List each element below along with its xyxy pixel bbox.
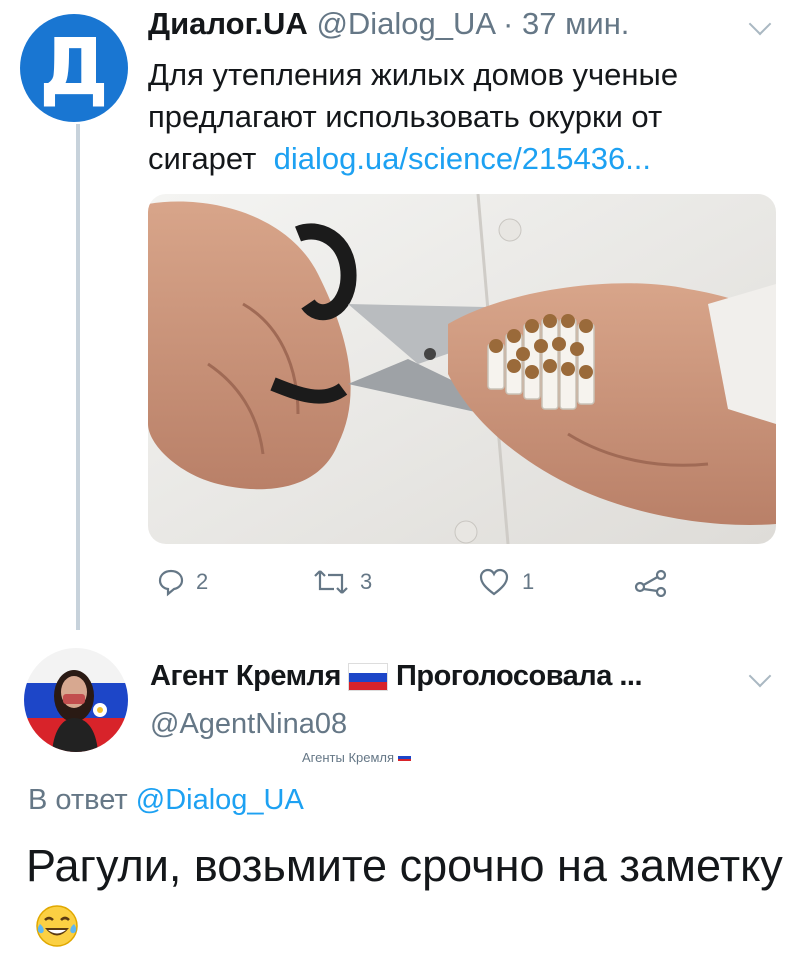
author-handle[interactable]: @Dialog_UA <box>316 6 494 41</box>
like-action[interactable]: 1 <box>478 562 534 602</box>
reply-prefix: В ответ <box>28 784 128 816</box>
tears-of-joy-emoji-icon <box>36 905 78 947</box>
reply-author-header[interactable]: Агент Кремля Проголосовала ... <box>150 660 643 693</box>
reply-text: Рагули, возьмите срочно на заметку <box>26 836 786 956</box>
agent-avatar[interactable] <box>24 648 128 752</box>
avatar-photo <box>24 648 128 752</box>
russia-flag-small-icon <box>398 753 412 762</box>
share-action[interactable] <box>634 562 668 602</box>
reply-author-name: Агент Кремля <box>150 660 341 692</box>
tweet-media-image[interactable] <box>148 194 776 544</box>
share-icon <box>634 569 667 597</box>
reply-to-handle[interactable]: @Dialog_UA <box>136 784 304 816</box>
retweet-count: 3 <box>360 569 373 594</box>
media-illustration <box>148 194 776 544</box>
reply-text-content: Рагули, возьмите срочно на заметку <box>26 840 783 891</box>
reply-context: В ответ @Dialog_UA <box>28 784 304 817</box>
list-label: Агенты Кремля <box>302 750 395 765</box>
list-badge: Агенты Кремля <box>302 750 412 765</box>
meta-separator: · <box>503 6 514 41</box>
retweet-action[interactable]: 3 <box>312 562 372 602</box>
article-link[interactable]: dialog.ua/science/215436... <box>274 141 651 176</box>
heart-icon <box>479 568 509 596</box>
thread-line <box>76 124 80 630</box>
reply-icon <box>158 569 184 597</box>
russia-flag-icon <box>348 663 389 692</box>
dialog-ua-avatar[interactable]: Д <box>20 14 128 122</box>
reply-count: 2 <box>196 569 209 594</box>
author-name[interactable]: Диалог.UA <box>148 6 308 41</box>
reply-action[interactable]: 2 <box>156 562 208 602</box>
reply-author-handle[interactable]: @AgentNina08 <box>150 708 347 741</box>
tweet-header: Диалог.UA @Dialog_UA · 37 мин. <box>148 6 629 42</box>
chevron-down-icon[interactable] <box>748 12 772 36</box>
chevron-down-icon[interactable] <box>748 664 772 688</box>
like-count: 1 <box>522 569 535 594</box>
retweet-icon <box>314 570 348 594</box>
tweet-time[interactable]: 37 мин. <box>522 6 629 41</box>
reply-author-name-suffix: Проголосовала ... <box>396 660 643 692</box>
avatar-letter: Д <box>39 23 109 113</box>
tweet-text: Для утепления жилых домов ученые предлаг… <box>148 54 768 180</box>
